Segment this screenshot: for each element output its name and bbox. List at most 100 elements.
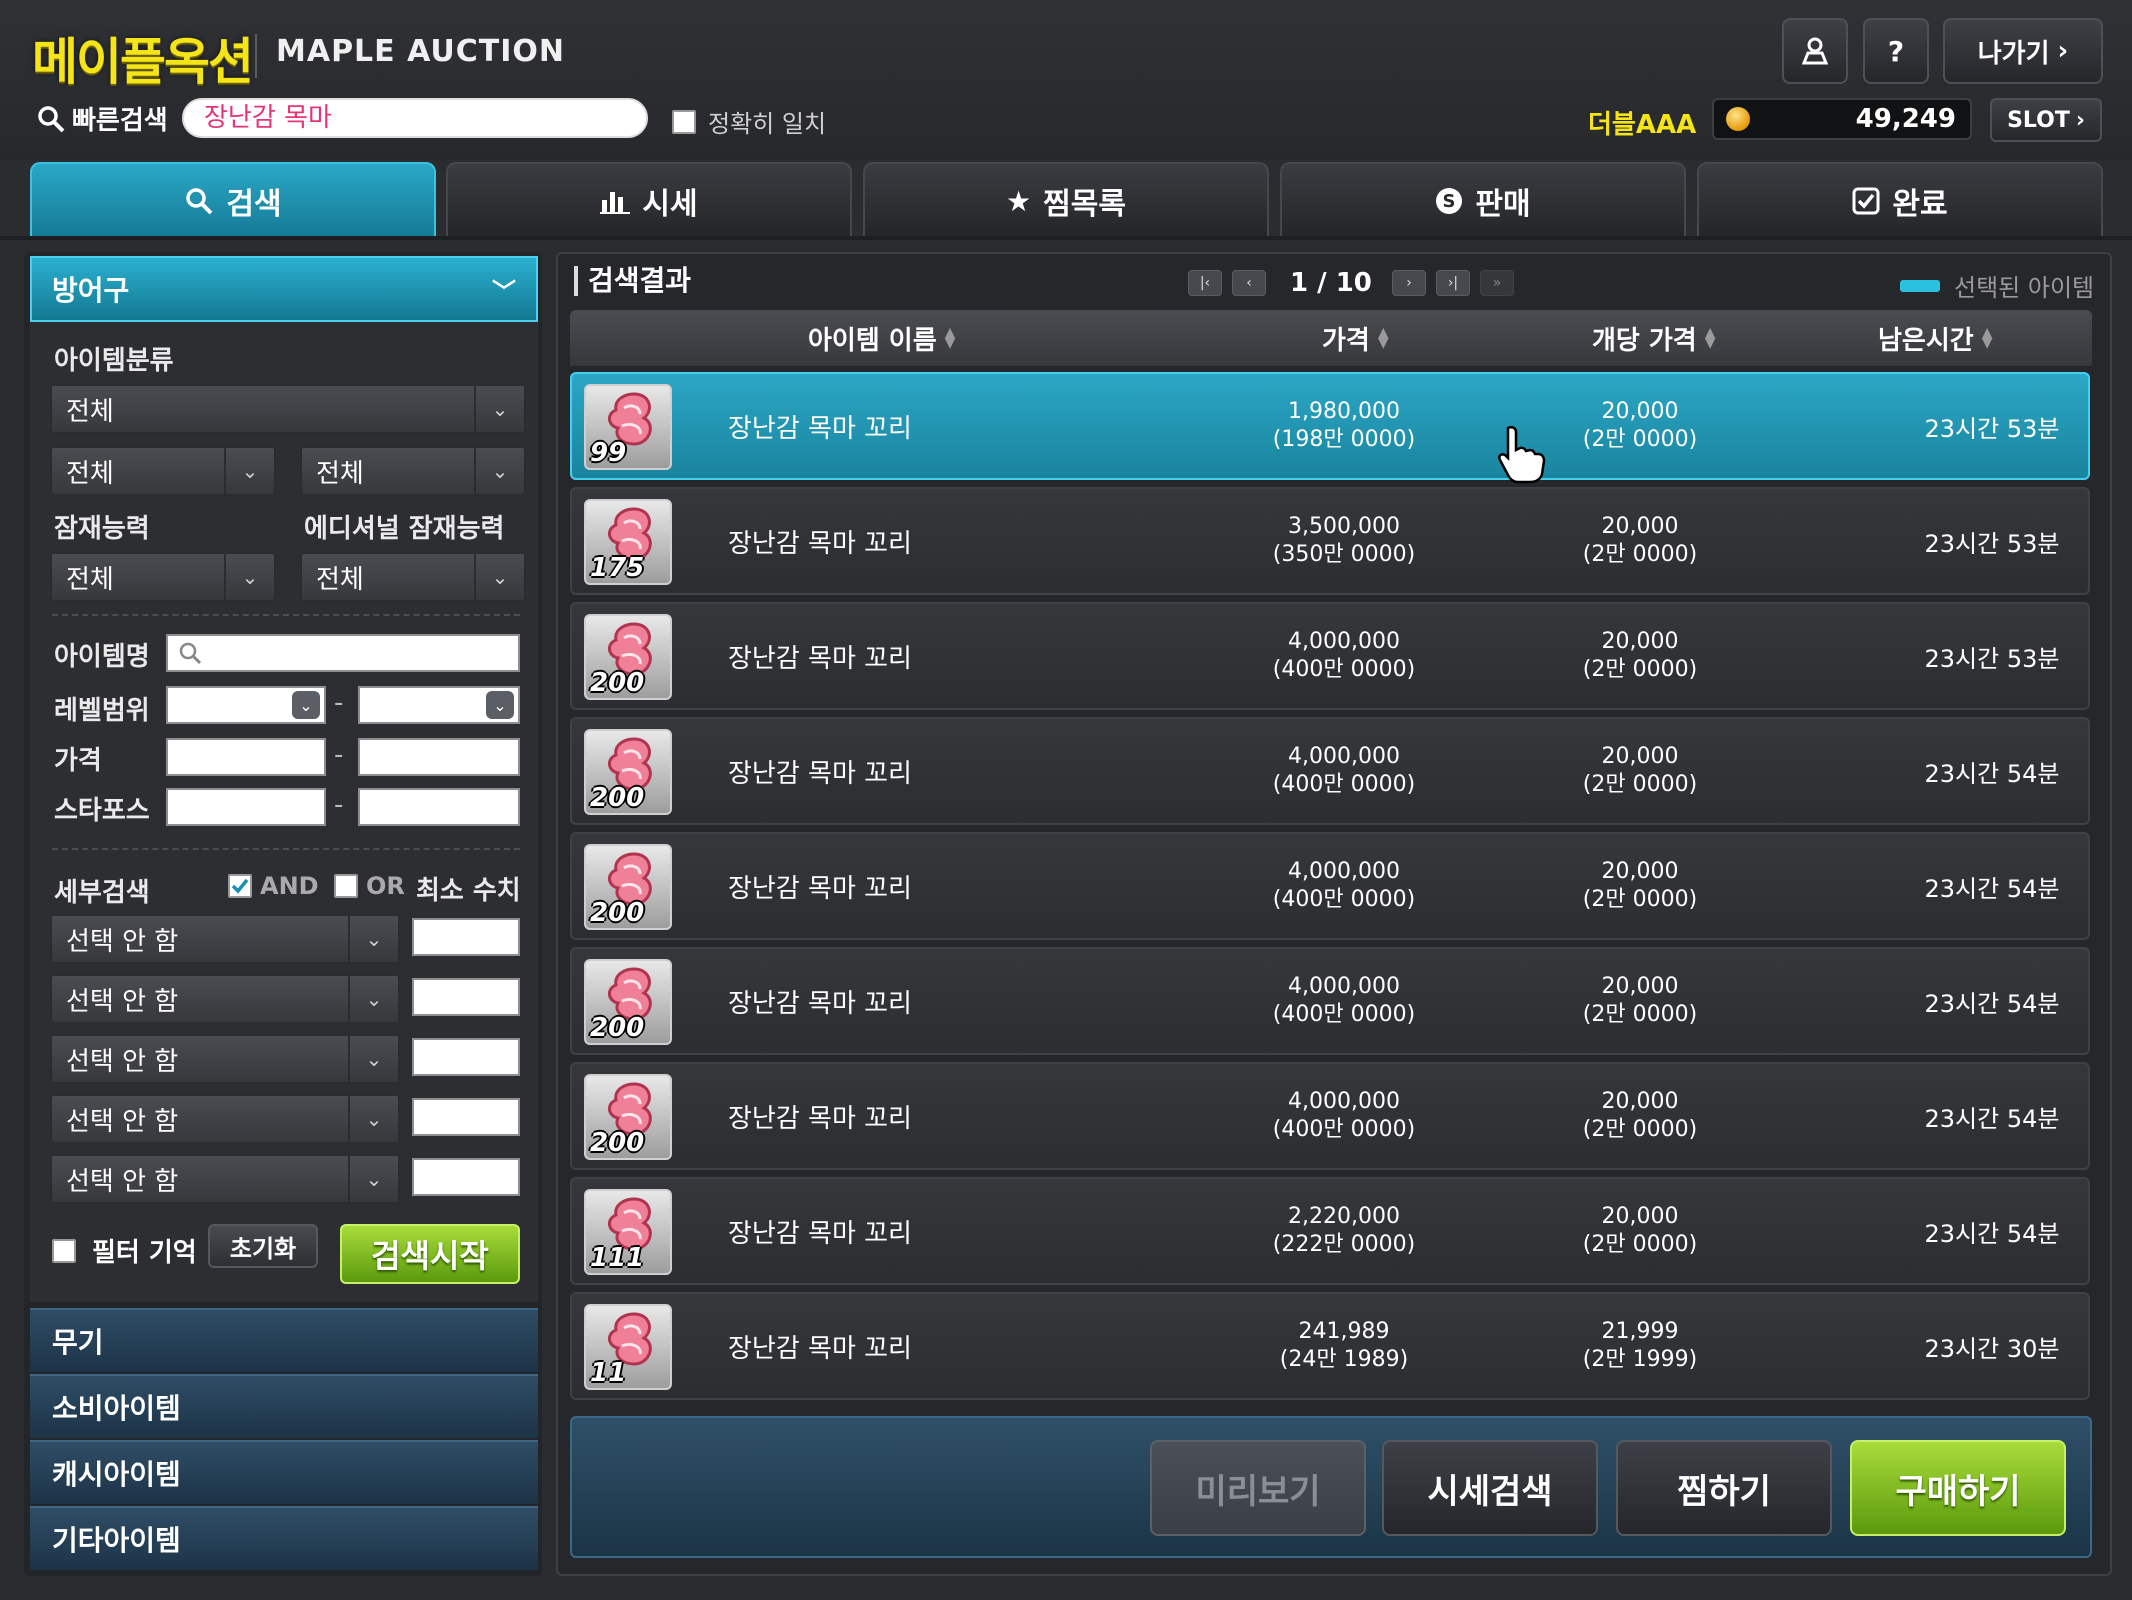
column-price[interactable]: 가격 ▲ ▼ xyxy=(1322,310,1389,366)
table-row[interactable]: 111 장난감 목마 꼬리 2,220,000 (222만 0000) 20,000 (2… xyxy=(570,1177,2090,1285)
range-dash: - xyxy=(334,790,344,820)
tab-completed[interactable]: 완료 xyxy=(1697,162,2103,238)
detail-min-input-3[interactable] xyxy=(412,1038,520,1076)
exact-match-checkbox[interactable] xyxy=(672,109,696,134)
detail-option-select-3[interactable]: 선택 안 함 ⌄ xyxy=(50,1034,400,1084)
unit-price-cell: 20,000 (2만 0000) xyxy=(1520,628,1760,684)
detail-min-input-2[interactable] xyxy=(412,978,520,1016)
potential-select[interactable]: 전체 ⌄ xyxy=(50,552,276,602)
or-option[interactable]: OR xyxy=(334,872,405,900)
bar-chart-icon xyxy=(600,192,631,214)
level-min-select[interactable]: ⌄ xyxy=(166,686,326,724)
table-row[interactable]: 200 장난감 목마 꼬리 4,000,000 (400만 0000) 20,000 (2… xyxy=(570,1062,2090,1170)
selected-item-legend: 선택된 아이템 xyxy=(1900,268,2094,303)
quick-search-input[interactable]: 장난감 목마 xyxy=(182,98,648,138)
column-item-name[interactable]: 아이템 이름 ▲ ▼ xyxy=(808,310,955,366)
chevron-down-icon: ⌄ xyxy=(348,976,398,1022)
tab-search[interactable]: 검색 xyxy=(30,162,436,238)
buy-button[interactable]: 구매하기 xyxy=(1850,1440,2066,1536)
starforce-max-input[interactable] xyxy=(358,788,520,826)
help-icon: ? xyxy=(1887,34,1905,68)
item-name-input[interactable] xyxy=(166,634,520,672)
additional-potential-select[interactable]: 전체 ⌄ xyxy=(300,552,526,602)
additional-potential-label: 에디셔널 잠재능력 xyxy=(304,514,505,544)
tab-market-price[interactable]: 시세 xyxy=(446,162,852,238)
logo-korean: 메이플옥션 xyxy=(32,33,254,91)
wishlist-button[interactable]: 찜하기 xyxy=(1616,1440,1832,1536)
table-row[interactable]: 11 장난감 목마 꼬리 241,989 (24만 1989) 21,999 (2만 19… xyxy=(570,1292,2090,1400)
item-name: 장난감 목마 꼬리 xyxy=(728,758,912,789)
filter-memory-checkbox[interactable] xyxy=(52,1238,76,1263)
category-armor-header[interactable]: 방어구 ﹀ xyxy=(30,256,538,322)
table-row[interactable]: 175 장난감 목마 꼬리 3,500,000 (350만 0000) 20,000 (2… xyxy=(570,487,2090,595)
level-range-label: 레벨범위 xyxy=(54,696,150,726)
last-page-button[interactable]: ›| xyxy=(1436,270,1470,296)
detail-min-input-4[interactable] xyxy=(412,1098,520,1136)
time-left: 23시간 54분 xyxy=(1924,759,2060,788)
filter-memory-option[interactable]: 필터 기억 xyxy=(52,1232,197,1269)
chevron-down-icon: ﹀ xyxy=(492,277,516,306)
table-row[interactable]: 200 장난감 목마 꼬리 4,000,000 (400만 0000) 20,000 (2… xyxy=(570,602,2090,710)
table-row[interactable]: 200 장난감 목마 꼬리 4,000,000 (400만 0000) 20,000 (2… xyxy=(570,717,2090,825)
unit-price-cell: 21,999 (2만 1999) xyxy=(1520,1318,1760,1374)
price-search-button[interactable]: 시세검색 xyxy=(1382,1440,1598,1536)
exit-button[interactable]: 나가기 › xyxy=(1943,18,2103,84)
price-max-input[interactable] xyxy=(358,738,520,776)
price-min-input[interactable] xyxy=(166,738,326,776)
help-button[interactable]: ? xyxy=(1863,18,1929,84)
unit-price-value: 20,000 xyxy=(1601,629,1679,654)
first-page-icon: |‹ xyxy=(1199,275,1211,291)
prev-page-button[interactable]: ‹ xyxy=(1232,270,1266,296)
and-checkbox[interactable] xyxy=(228,874,252,898)
item-quantity: 200 xyxy=(590,783,645,813)
item-quantity: 200 xyxy=(590,1013,645,1043)
price-cell: 4,000,000 (400만 0000) xyxy=(1224,858,1464,914)
min-value-label: 최소 수치 xyxy=(416,876,521,906)
sort-icon: ▲ ▼ xyxy=(1377,325,1389,351)
price-cell: 241,989 (24만 1989) xyxy=(1224,1318,1464,1374)
chevron-right-icon: › xyxy=(2057,36,2069,66)
table-row[interactable]: 200 장난감 목마 꼬리 4,000,000 (400만 0000) 20,000 (2… xyxy=(570,832,2090,940)
item-icon: 200 xyxy=(584,729,672,815)
category-cash[interactable]: 캐시아이템 xyxy=(30,1440,538,1504)
and-option[interactable]: AND xyxy=(228,872,319,900)
exact-match-option[interactable]: 정확히 일치 xyxy=(672,104,826,139)
tab-wishlist[interactable]: ★ 찜목록 xyxy=(863,162,1269,238)
starforce-min-input[interactable] xyxy=(166,788,326,826)
item-subclass-select-1[interactable]: 전체 ⌄ xyxy=(50,446,276,496)
reset-button[interactable]: 초기화 xyxy=(208,1224,318,1268)
detail-option-select-4[interactable]: 선택 안 함 ⌄ xyxy=(50,1094,400,1144)
preview-button[interactable]: 미리보기 xyxy=(1150,1440,1366,1536)
item-quantity: 200 xyxy=(590,1128,645,1158)
user-button[interactable] xyxy=(1782,18,1848,84)
detail-option-select-1[interactable]: 선택 안 함 ⌄ xyxy=(50,914,400,964)
next-block-button[interactable]: » xyxy=(1480,270,1514,296)
next-page-button[interactable]: › xyxy=(1392,270,1426,296)
detail-min-input-1[interactable] xyxy=(412,918,520,956)
table-row[interactable]: 200 장난감 목마 꼬리 4,000,000 (400만 0000) 20,000 (2… xyxy=(570,947,2090,1055)
detail-option-select-5[interactable]: 선택 안 함 ⌄ xyxy=(50,1154,400,1204)
column-time-left[interactable]: 남은시간 ▲ ▼ xyxy=(1878,310,1992,366)
price-value: 3,500,000 xyxy=(1288,514,1400,539)
column-unit-price[interactable]: 개당 가격 ▲ ▼ xyxy=(1592,310,1716,366)
category-weapon[interactable]: 무기 xyxy=(30,1308,538,1372)
detail-option-select-2[interactable]: 선택 안 함 ⌄ xyxy=(50,974,400,1024)
item-subclass-select-2[interactable]: 전체 ⌄ xyxy=(300,446,526,496)
svg-text:S: S xyxy=(1443,191,1456,212)
item-class-select[interactable]: 전체 ⌄ xyxy=(50,384,526,434)
unit-price-korean: (2만 0000) xyxy=(1582,1117,1698,1142)
check-icon xyxy=(231,878,249,894)
category-consumable[interactable]: 소비아이템 xyxy=(30,1374,538,1438)
starforce-label: 스타포스 xyxy=(54,796,150,826)
category-etc[interactable]: 기타아이템 xyxy=(30,1506,538,1570)
detail-min-input-5[interactable] xyxy=(412,1158,520,1196)
or-checkbox[interactable] xyxy=(334,874,358,898)
level-max-select[interactable]: ⌄ xyxy=(358,686,520,724)
price-cell: 3,500,000 (350만 0000) xyxy=(1224,513,1464,569)
tab-sell[interactable]: S 판매 xyxy=(1280,162,1686,238)
first-page-button[interactable]: |‹ xyxy=(1188,270,1222,296)
item-name: 장난감 목마 꼬리 xyxy=(728,988,912,1019)
slot-button[interactable]: SLOT › xyxy=(1990,98,2102,142)
table-row[interactable]: 99 장난감 목마 꼬리 1,980,000 (198만 0000) 20,000 (2만… xyxy=(570,372,2090,480)
search-start-button[interactable]: 검색시작 xyxy=(340,1224,520,1284)
